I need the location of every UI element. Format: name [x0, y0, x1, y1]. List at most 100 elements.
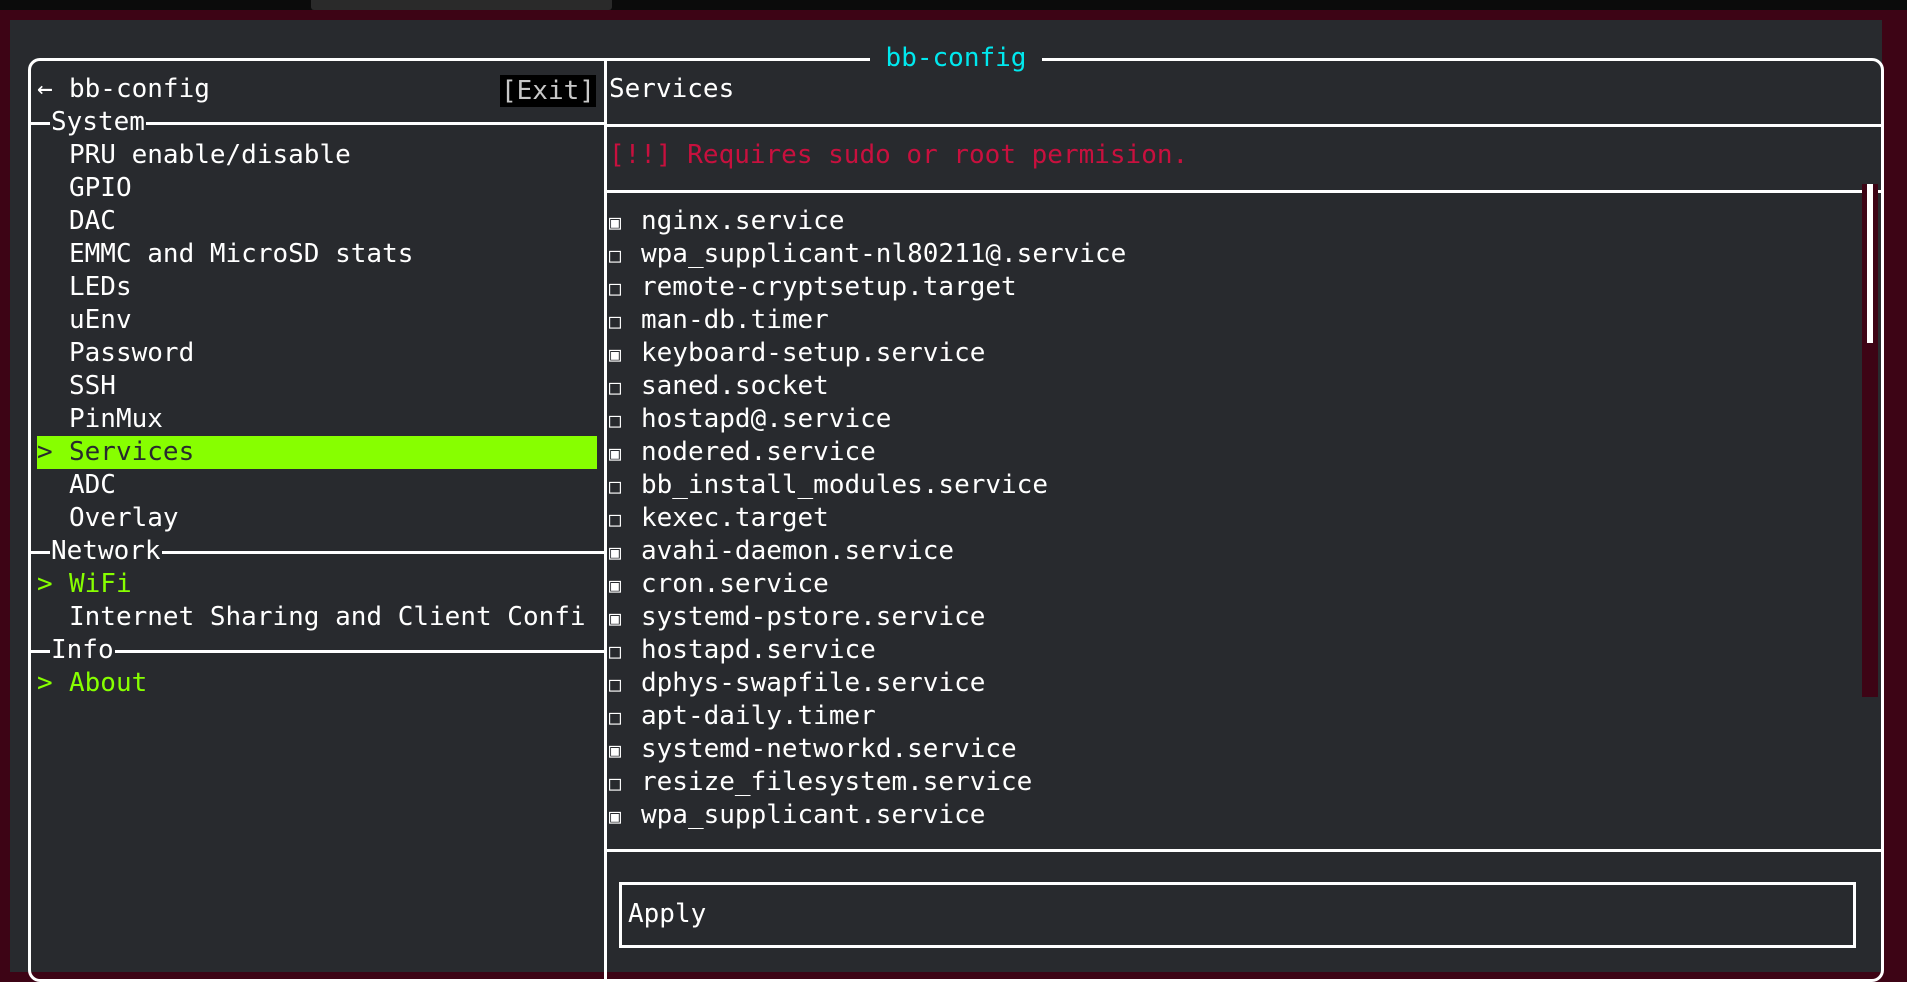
- checkbox-unchecked-icon[interactable]: □: [609, 635, 641, 668]
- checkbox-checked-icon[interactable]: ▣: [609, 437, 641, 470]
- section-label: Network: [50, 536, 162, 566]
- service-item[interactable]: □ apt-daily.timer: [609, 700, 1849, 733]
- service-item[interactable]: □ wpa_supplicant-nl80211@.service: [609, 238, 1849, 271]
- service-item[interactable]: ▣ systemd-networkd.service: [609, 733, 1849, 766]
- section-label: System: [50, 107, 146, 137]
- service-item[interactable]: ▣ nginx.service: [609, 205, 1849, 238]
- service-item[interactable]: □ saned.socket: [609, 370, 1849, 403]
- section-header-system: System: [28, 106, 604, 139]
- service-name: systemd-networkd.service: [641, 734, 1017, 764]
- sidebar-item-label: LEDs: [69, 272, 132, 302]
- sidebar-item-label: PinMux: [69, 404, 163, 434]
- service-item[interactable]: ▣ cron.service: [609, 568, 1849, 601]
- checkbox-unchecked-icon[interactable]: □: [609, 404, 641, 437]
- sidebar-item-ssh[interactable]: SSH: [37, 370, 597, 403]
- checkbox-checked-icon[interactable]: ▣: [609, 734, 641, 767]
- service-name: man-db.timer: [641, 305, 829, 335]
- apply-button[interactable]: Apply: [619, 882, 1856, 948]
- service-name: remote-cryptsetup.target: [641, 272, 1017, 302]
- panel-title: Services: [609, 74, 735, 104]
- sidebar-item-label: GPIO: [69, 173, 132, 203]
- terminal-tab[interactable]: [311, 0, 612, 10]
- checkbox-unchecked-icon[interactable]: □: [609, 239, 641, 272]
- service-name: avahi-daemon.service: [641, 536, 955, 566]
- checkbox-unchecked-icon[interactable]: □: [609, 767, 641, 800]
- sidebar-item-emmc-and-microsd-stats[interactable]: EMMC and MicroSD stats: [37, 238, 597, 271]
- sidebar-item-label: Services: [69, 437, 195, 467]
- sidebar-item-pru-enable-disable[interactable]: PRU enable/disable: [37, 139, 597, 172]
- service-name: bb_install_modules.service: [641, 470, 1048, 500]
- sidebar-item-internet-sharing-and-client-confi[interactable]: Internet Sharing and Client Confi: [37, 601, 597, 634]
- caret-icon: >: [37, 569, 53, 599]
- service-item[interactable]: □ hostapd.service: [609, 634, 1849, 667]
- sidebar-item-about[interactable]: > About: [37, 667, 597, 700]
- caret-icon: >: [37, 668, 53, 698]
- section-label: Info: [50, 635, 115, 665]
- sidebar-item-label: Overlay: [69, 503, 179, 533]
- sidebar-item-gpio[interactable]: GPIO: [37, 172, 597, 205]
- service-item[interactable]: ▣ systemd-pstore.service: [609, 601, 1849, 634]
- sidebar-item-services[interactable]: > Services: [37, 436, 597, 469]
- service-item[interactable]: ▣ wpa_supplicant.service: [609, 799, 1849, 832]
- service-item[interactable]: □ remote-cryptsetup.target: [609, 271, 1849, 304]
- sidebar-item-label: PRU enable/disable: [69, 140, 351, 170]
- checkbox-checked-icon[interactable]: ▣: [609, 800, 641, 833]
- service-item[interactable]: □ kexec.target: [609, 502, 1849, 535]
- back-arrow-icon[interactable]: ←: [37, 73, 69, 106]
- sidebar-item-dac[interactable]: DAC: [37, 205, 597, 238]
- service-item[interactable]: ▣ avahi-daemon.service: [609, 535, 1849, 568]
- service-item[interactable]: ▣ keyboard-setup.service: [609, 337, 1849, 370]
- window-top-strip: [0, 0, 1907, 10]
- checkbox-unchecked-icon[interactable]: □: [609, 371, 641, 404]
- terminal: bb-config ← bb-config [Exit] System PRU en…: [10, 20, 1884, 982]
- service-item[interactable]: □ resize_filesystem.service: [609, 766, 1849, 799]
- checkbox-checked-icon[interactable]: ▣: [609, 206, 641, 239]
- sidebar-item-label: Internet Sharing and Client Confi: [69, 602, 586, 632]
- checkbox-checked-icon[interactable]: ▣: [609, 536, 641, 569]
- checkbox-unchecked-icon[interactable]: □: [609, 701, 641, 734]
- left-header-title: bb-config: [69, 74, 210, 104]
- checkbox-unchecked-icon[interactable]: □: [609, 305, 641, 338]
- sidebar-item-overlay[interactable]: Overlay: [37, 502, 597, 535]
- scrollbar[interactable]: [1862, 184, 1878, 697]
- service-item[interactable]: ▣ nodered.service: [609, 436, 1849, 469]
- caret-icon: >: [37, 437, 53, 467]
- service-name: hostapd@.service: [641, 404, 892, 434]
- service-name: systemd-pstore.service: [641, 602, 986, 632]
- permission-warning: [!!] Requires sudo or root permision.: [609, 140, 1189, 170]
- service-item[interactable]: □ man-db.timer: [609, 304, 1849, 337]
- checkbox-unchecked-icon[interactable]: □: [609, 470, 641, 503]
- service-name: dphys-swapfile.service: [641, 668, 986, 698]
- checkbox-unchecked-icon[interactable]: □: [609, 272, 641, 305]
- service-name: wpa_supplicant.service: [641, 800, 986, 830]
- sidebar-item-uenv[interactable]: uEnv: [37, 304, 597, 337]
- sidebar-item-leds[interactable]: LEDs: [37, 271, 597, 304]
- sidebar-item-label: Password: [69, 338, 195, 368]
- checkbox-checked-icon[interactable]: ▣: [609, 338, 641, 371]
- service-item[interactable]: □ hostapd@.service: [609, 403, 1849, 436]
- section-header-info: Info: [28, 634, 604, 667]
- service-name: hostapd.service: [641, 635, 876, 665]
- sidebar-item-password[interactable]: Password: [37, 337, 597, 370]
- service-name: cron.service: [641, 569, 829, 599]
- scrollbar-thumb[interactable]: [1867, 184, 1873, 343]
- exit-button[interactable]: [Exit]: [500, 75, 596, 107]
- checkbox-unchecked-icon[interactable]: □: [609, 668, 641, 701]
- service-item[interactable]: □ dphys-swapfile.service: [609, 667, 1849, 700]
- sidebar-item-wifi[interactable]: > WiFi: [37, 568, 597, 601]
- checkbox-checked-icon[interactable]: ▣: [609, 602, 641, 635]
- checkbox-unchecked-icon[interactable]: □: [609, 503, 641, 536]
- service-name: resize_filesystem.service: [641, 767, 1033, 797]
- sidebar-item-label: EMMC and MicroSD stats: [69, 239, 414, 269]
- sidebar-item-label: ADC: [69, 470, 116, 500]
- sidebar-item-adc[interactable]: ADC: [37, 469, 597, 502]
- sidebar-item-pinmux[interactable]: PinMux: [37, 403, 597, 436]
- sidebar-item-label: WiFi: [69, 569, 132, 599]
- service-name: wpa_supplicant-nl80211@.service: [641, 239, 1127, 269]
- service-name: keyboard-setup.service: [641, 338, 986, 368]
- service-item[interactable]: □ bb_install_modules.service: [609, 469, 1849, 502]
- divider: [607, 124, 1881, 127]
- service-name: nginx.service: [641, 206, 845, 236]
- checkbox-checked-icon[interactable]: ▣: [609, 569, 641, 602]
- sidebar-item-label: SSH: [69, 371, 116, 401]
